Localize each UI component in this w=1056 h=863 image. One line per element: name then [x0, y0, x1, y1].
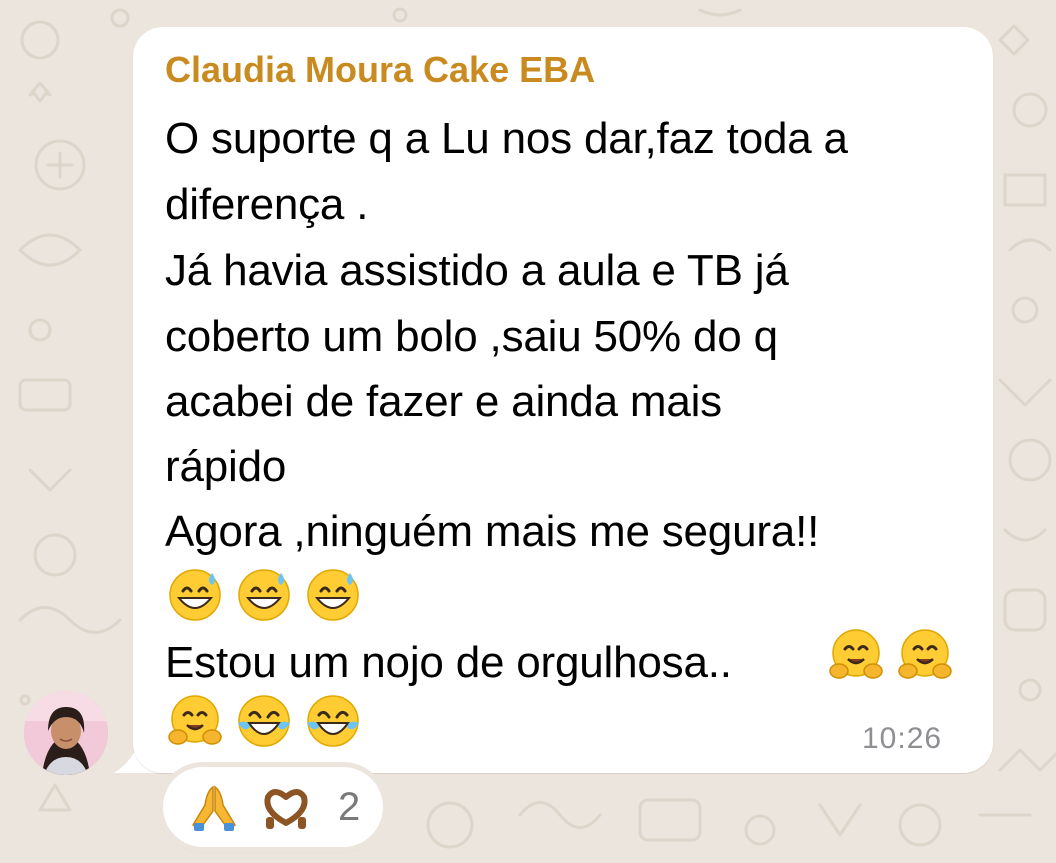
- message-line: coberto um bolo ,saiu 50% do q: [165, 312, 778, 361]
- message-line: rápido: [165, 442, 287, 491]
- avatar-photo: [24, 691, 108, 775]
- message-line: Já havia assistido a aula e TB já: [165, 246, 789, 295]
- message-line: Agora ,ninguém mais me segura!!: [165, 507, 820, 556]
- folded-hands-icon: [192, 785, 236, 831]
- message-line: diferença .: [165, 180, 369, 229]
- grinning-face-with-sweat-icon: [307, 569, 359, 621]
- face-with-tears-of-joy-icon: [307, 695, 359, 747]
- reaction-count: 2: [338, 785, 361, 829]
- sender-name[interactable]: Claudia Moura Cake EBA: [165, 48, 595, 92]
- face-with-tears-of-joy-icon: [238, 695, 290, 747]
- message-line: Estou um nojo de orgulhosa..: [165, 638, 732, 687]
- hugging-face-icon: [168, 695, 222, 745]
- reactions-pill[interactable]: 2: [163, 767, 383, 847]
- hugging-face-icon: [829, 629, 883, 679]
- message-line: O suporte q a Lu nos dar,faz toda a: [165, 114, 848, 163]
- message-timestamp: 10:26: [862, 722, 943, 755]
- message-line: acabei de fazer e ainda mais: [165, 377, 722, 426]
- sender-avatar[interactable]: [24, 691, 108, 775]
- grinning-face-with-sweat-icon: [238, 569, 290, 621]
- hugging-face-icon: [898, 629, 952, 679]
- heart-hands-icon: [264, 789, 308, 829]
- grinning-face-with-sweat-icon: [169, 569, 221, 621]
